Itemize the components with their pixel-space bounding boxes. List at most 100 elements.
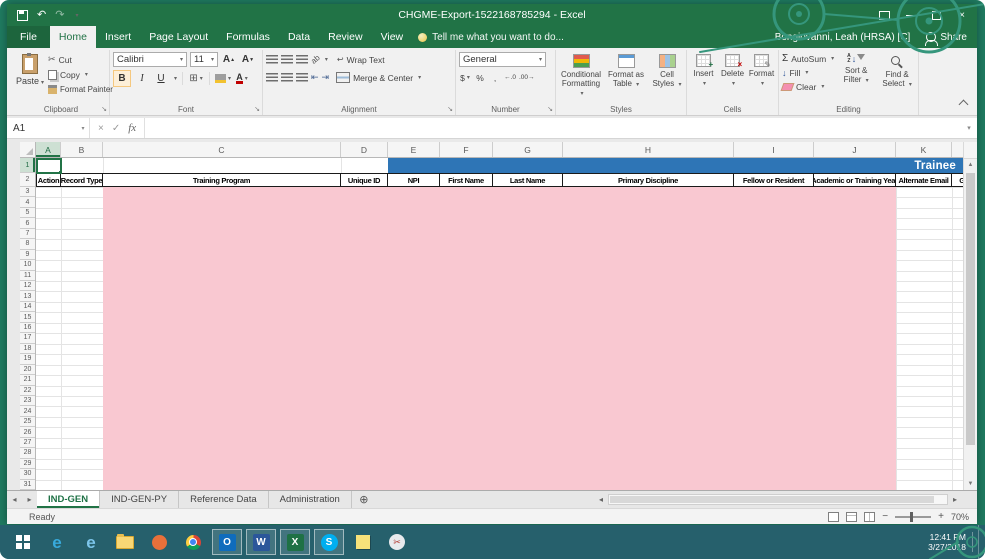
fill-button[interactable]: ↓Fill▾ [782,66,834,79]
italic-button[interactable]: I [134,71,150,86]
row-header-1[interactable]: 1 [20,158,35,173]
row-header-2[interactable]: 2 [20,173,35,187]
clock[interactable]: 12:41 PM 3/27/2018 [928,532,966,552]
vertical-scrollbar[interactable]: ▲ ▼ [963,142,977,490]
ribbon-tab-formulas[interactable]: Formulas [217,26,279,48]
row-header-18[interactable]: 18 [20,344,35,354]
firefox-taskbar-button[interactable] [144,529,174,555]
font-color-button[interactable]: A▾ [234,71,250,86]
row-header-20[interactable]: 20 [20,365,35,375]
row-header-13[interactable]: 13 [20,291,35,301]
expand-formula-bar-icon[interactable]: ▾ [961,118,977,138]
row-header-28[interactable]: 28 [20,448,35,458]
align-top-icon[interactable] [266,55,278,64]
scroll-up-icon[interactable]: ▲ [964,158,977,171]
internet-explorer-taskbar-button[interactable]: e [76,529,106,555]
number-dialog-launcher[interactable]: ↘ [547,105,553,114]
header-cell-alternate-email[interactable]: Alternate Email [895,173,952,187]
select-all-corner[interactable] [20,142,36,158]
row-header-26[interactable]: 26 [20,427,35,437]
maximize-button[interactable] [923,4,949,26]
alignment-dialog-launcher[interactable]: ↘ [447,105,453,114]
row-header-17[interactable]: 17 [20,333,35,343]
cells-area[interactable]: TraineeActionRecord TypeTraining Program… [36,158,963,490]
horizontal-scrollbar[interactable]: ◂ ▸ [595,493,961,506]
minimize-button[interactable] [897,4,923,26]
row-header-30[interactable]: 30 [20,469,35,479]
row-header-6[interactable]: 6 [20,218,35,228]
ribbon-display-options-icon[interactable] [871,4,897,26]
start-button[interactable] [6,525,40,559]
row-header-11[interactable]: 11 [20,271,35,281]
column-header-K[interactable]: K [896,142,952,157]
clear-button[interactable]: Clear▾ [782,80,834,93]
format-painter-button[interactable]: Format Painter [48,82,113,97]
vertical-scroll-thumb[interactable] [966,173,975,445]
row-header-10[interactable]: 10 [20,260,35,270]
column-header-H[interactable]: H [563,142,734,157]
row-header-24[interactable]: 24 [20,406,35,416]
header-cell-fellow-or-resident[interactable]: Fellow or Resident [733,173,814,187]
chrome-taskbar-button[interactable] [178,529,208,555]
insert-cells-button[interactable]: + Insert▾ [690,52,717,103]
sort-filter-button[interactable]: AZ↓ Sort & Filter ▾ [837,52,875,93]
align-bottom-icon[interactable] [296,55,308,64]
font-family-select[interactable]: Calibri▾ [113,52,187,67]
customize-qat-icon[interactable]: ▾ [75,12,78,19]
new-sheet-button[interactable]: ⊕ [352,491,376,508]
column-header-D[interactable]: D [341,142,388,157]
orientation-icon[interactable]: ab [309,53,322,66]
align-right-icon[interactable] [296,73,308,82]
signed-in-user[interactable]: Bongiovanni, Leah (HRSA) [C] [775,32,911,43]
row-header-12[interactable]: 12 [20,281,35,291]
formula-input[interactable] [145,118,961,138]
sheet-nav-left-icon[interactable]: ◂ [7,491,22,508]
autosum-button[interactable]: ΣAutoSum▾ [782,52,834,65]
sheet-tab-ind-gen[interactable]: IND-GEN [37,491,100,508]
row-header-4[interactable]: 4 [20,197,35,207]
column-header-G[interactable]: G [493,142,563,157]
row-header-27[interactable]: 27 [20,438,35,448]
column-header-E[interactable]: E [388,142,440,157]
clipboard-dialog-launcher[interactable]: ↘ [101,105,107,114]
sticky-notes-taskbar-button[interactable] [348,529,378,555]
scroll-right-icon[interactable]: ▸ [949,495,961,504]
zoom-level[interactable]: 70% [951,512,969,522]
redo-icon[interactable]: ↷ [55,10,64,21]
sheet-nav-right-icon[interactable]: ▸ [22,491,37,508]
header-cell-training-program[interactable]: Training Program [102,173,341,187]
name-box[interactable]: A1 [7,118,77,138]
zoom-out-icon[interactable]: − [882,511,888,522]
zoom-slider-thumb[interactable] [910,512,913,522]
grow-font-button[interactable]: A▲ [221,52,237,67]
save-icon[interactable] [17,10,28,21]
header-cell-record-type[interactable]: Record Type [60,173,103,187]
row-header-25[interactable]: 25 [20,417,35,427]
header-cell-last-name[interactable]: Last Name [492,173,563,187]
trainee-banner-row[interactable]: Trainee [388,158,963,173]
header-cell-academic-or-training-year[interactable]: Academic or Training Year [813,173,896,187]
ribbon-tab-data[interactable]: Data [279,26,319,48]
copy-button[interactable]: Copy▾ [48,67,113,82]
merge-center-button[interactable]: Merge & Center▾ [336,70,421,85]
fill-color-button[interactable]: ▾ [215,71,231,86]
header-cell-unique-id[interactable]: Unique ID [340,173,388,187]
align-left-icon[interactable] [266,73,278,82]
row-header-23[interactable]: 23 [20,396,35,406]
column-header-C[interactable]: C [103,142,341,157]
collapse-ribbon-button[interactable] [959,100,969,110]
ribbon-tab-home[interactable]: Home [50,26,96,48]
header-cell-gender[interactable]: Gender [951,173,963,187]
zoom-in-icon[interactable]: + [938,511,944,522]
paste-button[interactable]: Paste▾ [16,52,44,97]
decrease-indent-icon[interactable]: ⇤ [311,72,319,83]
increase-indent-icon[interactable]: ⇥ [322,72,330,83]
highlighted-range[interactable] [103,187,896,490]
show-desktop-button[interactable] [978,525,985,559]
sheet-tab-reference-data[interactable]: Reference Data [179,491,269,508]
sheet-tab-administration[interactable]: Administration [269,491,352,508]
conditional-formatting-button[interactable]: Conditional Formatting ▾ [559,52,603,103]
column-header-I[interactable]: I [734,142,814,157]
row-header-29[interactable]: 29 [20,459,35,469]
comma-style-button[interactable]: , [489,70,501,85]
